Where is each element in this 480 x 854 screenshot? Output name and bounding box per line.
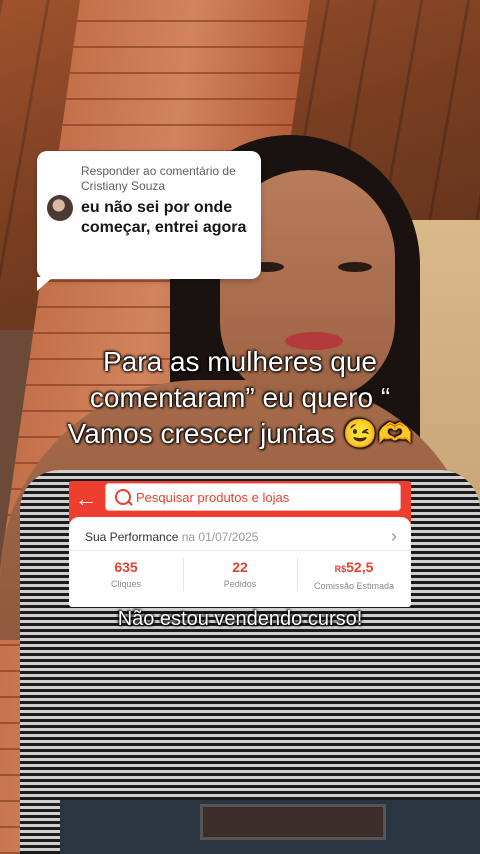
metric-value: R$52,5 bbox=[297, 557, 411, 579]
metric-value: 22 bbox=[232, 559, 248, 575]
commission-amount: 52,5 bbox=[346, 559, 374, 575]
person-eye-right bbox=[338, 262, 372, 272]
metric-value: 635 bbox=[114, 559, 138, 575]
chevron-right-icon[interactable]: › bbox=[391, 526, 397, 546]
reply-header: Responder ao comentário de Cristiany Sou… bbox=[81, 164, 236, 193]
metric-label: Pedidos bbox=[223, 579, 257, 589]
metric-label: Cliques bbox=[110, 579, 141, 589]
caption-line-2: comentaram” eu quero “ bbox=[89, 382, 391, 413]
performance-date: na 01/07/2025 bbox=[181, 530, 259, 544]
currency-symbol: R$ bbox=[334, 564, 347, 574]
performance-screenshot: ← Pesquisar produtos e lojas Sua Perform… bbox=[69, 481, 411, 607]
back-arrow-icon[interactable]: ← bbox=[75, 487, 97, 511]
reply-comment-card[interactable]: Responder ao comentário de Cristiany Sou… bbox=[37, 151, 261, 291]
metric-clicks: 635 Cliques bbox=[69, 557, 183, 590]
caption-line-3: Vamos crescer juntas 😉🫶 bbox=[67, 418, 413, 449]
avatar bbox=[47, 195, 73, 221]
reply-comment-text: eu não sei por onde começar, entrei agor… bbox=[81, 199, 247, 236]
metric-orders: 22 Pedidos bbox=[183, 557, 297, 590]
video-caption: Para as mulheres que comentaram” eu quer… bbox=[20, 344, 460, 452]
search-input[interactable]: Pesquisar produtos e lojas bbox=[105, 483, 401, 511]
metric-label: Comissão Estimada bbox=[313, 581, 395, 591]
belt bbox=[200, 804, 386, 840]
caption-line-1: Para as mulheres que bbox=[103, 346, 377, 377]
performance-title[interactable]: Sua Performance na 01/07/2025 bbox=[85, 530, 258, 545]
performance-title-text: Sua Performance bbox=[85, 530, 179, 544]
divider bbox=[69, 550, 411, 551]
search-placeholder: Pesquisar produtos e lojas bbox=[136, 490, 290, 505]
performance-panel: Sua Performance na 01/07/2025 › 635 Cliq… bbox=[69, 517, 411, 607]
search-icon bbox=[115, 489, 131, 505]
metric-commission: R$52,5 Comissão Estimada bbox=[297, 557, 411, 592]
video-subcaption: Não estou vendendo curso! bbox=[117, 608, 363, 630]
